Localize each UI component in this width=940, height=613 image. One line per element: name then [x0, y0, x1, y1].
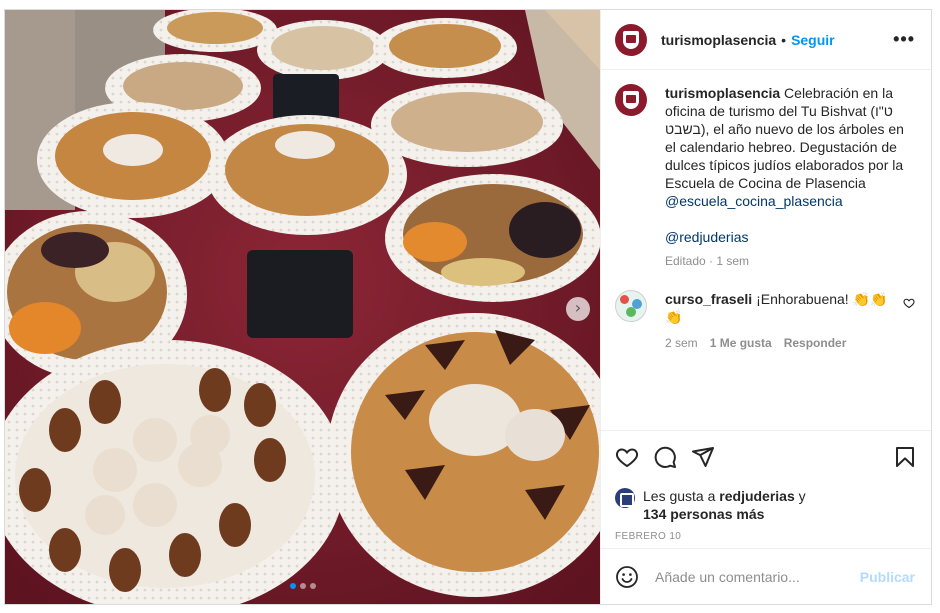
chevron-right-icon: ›	[574, 298, 582, 317]
crest-icon	[623, 30, 639, 49]
likes-others-link[interactable]: 134 personas más	[643, 506, 764, 522]
mention-link[interactable]: @escuela_cocina_plasencia	[665, 192, 843, 210]
carousel-dots	[5, 583, 600, 589]
reply-button[interactable]: Responder	[784, 336, 847, 350]
crest-icon	[623, 91, 639, 109]
avatar[interactable]	[615, 84, 647, 116]
likes-user[interactable]: redjuderias	[719, 488, 794, 504]
post-dialog: › turismoplasencia • Seguir ••• turismop…	[4, 9, 932, 605]
post-header: turismoplasencia • Seguir •••	[601, 10, 931, 70]
post-photo[interactable]: ›	[5, 10, 600, 604]
comment-username[interactable]: curso_fraseli	[665, 291, 752, 307]
comment-time: 2 sem	[665, 336, 698, 350]
photo-illustration	[5, 10, 600, 604]
caption-row: turismoplasencia Celebración en la ofici…	[615, 84, 915, 268]
follow-button[interactable]: Seguir	[791, 32, 835, 48]
carousel-dot	[299, 583, 306, 589]
emoji-icon[interactable]	[615, 565, 639, 589]
comments-area[interactable]: turismoplasencia Celebración en la ofici…	[601, 70, 931, 430]
publish-button[interactable]: Publicar	[860, 569, 915, 585]
likes-suffix: y	[794, 488, 806, 504]
next-slide-button[interactable]: ›	[566, 297, 590, 321]
likes-summary: Les gusta a redjuderias y 134 personas m…	[615, 487, 917, 523]
post-side-panel: turismoplasencia • Seguir ••• turismopla…	[600, 10, 931, 604]
heart-icon[interactable]	[903, 296, 915, 314]
heart-icon[interactable]	[615, 445, 639, 469]
comment-input[interactable]: Añade un comentario...	[655, 569, 860, 585]
avatar[interactable]	[615, 290, 647, 322]
mention-link[interactable]: @redjuderias	[665, 228, 748, 246]
caption-username[interactable]: turismoplasencia	[665, 85, 780, 101]
header-username[interactable]: turismoplasencia	[661, 32, 776, 48]
caption: turismoplasencia Celebración en la ofici…	[665, 84, 905, 246]
avatar[interactable]	[615, 23, 647, 56]
post-date[interactable]: FEBRERO 10	[615, 531, 917, 542]
comment-composer: Añade un comentario... Publicar	[601, 548, 931, 604]
comment-icon[interactable]	[653, 445, 677, 469]
share-icon[interactable]	[691, 445, 715, 469]
carousel-dot	[309, 583, 316, 589]
comment-likes-link[interactable]: 1 Me gusta	[710, 336, 772, 350]
carousel-dot	[289, 583, 296, 589]
avatar[interactable]	[615, 488, 635, 508]
header-separator: •	[781, 31, 787, 48]
likes-prefix: Les gusta a	[643, 488, 720, 504]
caption-meta: Editado · 1 sem	[665, 254, 750, 268]
more-options-icon[interactable]: •••	[893, 29, 915, 50]
comment-item: curso_fraseli ¡Enhorabuena! 👏👏👏 2 sem 1 …	[615, 290, 915, 350]
bookmark-icon[interactable]	[893, 445, 917, 469]
